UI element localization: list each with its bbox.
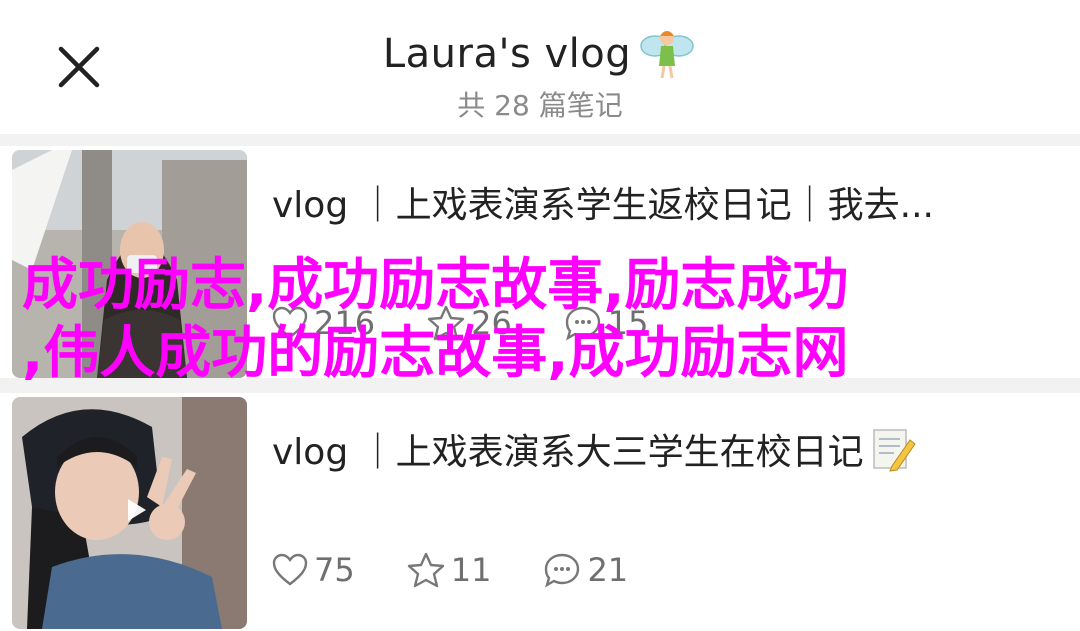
note-title-text: vlog ｜上戏表演系大三学生在校日记: [272, 432, 864, 473]
title-row: Laura's vlog: [0, 24, 1080, 84]
star-icon: [407, 552, 444, 588]
chat-bubble-icon: [545, 553, 580, 588]
comment-stat[interactable]: 21: [543, 551, 628, 589]
note-stats: 75 11 21: [272, 551, 680, 589]
comment-count: 21: [587, 551, 629, 589]
memo-pencil-icon: [872, 429, 916, 472]
like-count: 75: [314, 551, 355, 589]
overlay-watermark-text: 成功励志,成功励志故事,励志成功 ,伟人成功的励志故事,成功励志网: [22, 252, 1062, 388]
play-icon[interactable]: [120, 495, 150, 525]
header: Laura's vlog 共 28 篇笔记: [0, 0, 1080, 134]
overlay-line-1: 成功励志,成功励志故事,励志成功: [22, 253, 849, 318]
note-title[interactable]: vlog ｜上戏表演系学生返校日记｜我去...: [272, 176, 1057, 228]
note-thumbnail[interactable]: [12, 397, 247, 629]
heart-icon: [272, 553, 308, 586]
like-stat[interactable]: 75: [272, 551, 355, 589]
note-count: 共 28 篇笔记: [457, 89, 623, 122]
note-card[interactable]: vlog ｜上戏表演系大三学生在校日记 75 11 21: [0, 393, 1080, 631]
collect-stat[interactable]: 11: [407, 551, 492, 589]
note-title[interactable]: vlog ｜上戏表演系大三学生在校日记: [272, 423, 1057, 475]
collect-count: 11: [450, 551, 492, 589]
overlay-line-2: ,伟人成功的励志故事,成功励志网: [22, 321, 849, 386]
fairy-emoji-icon: [640, 31, 694, 79]
page-title: Laura's vlog: [382, 31, 632, 77]
notes-list-page: Laura's vlog 共 28 篇笔记 vlog ｜上戏表演系学生返校日记｜…: [0, 0, 1080, 631]
